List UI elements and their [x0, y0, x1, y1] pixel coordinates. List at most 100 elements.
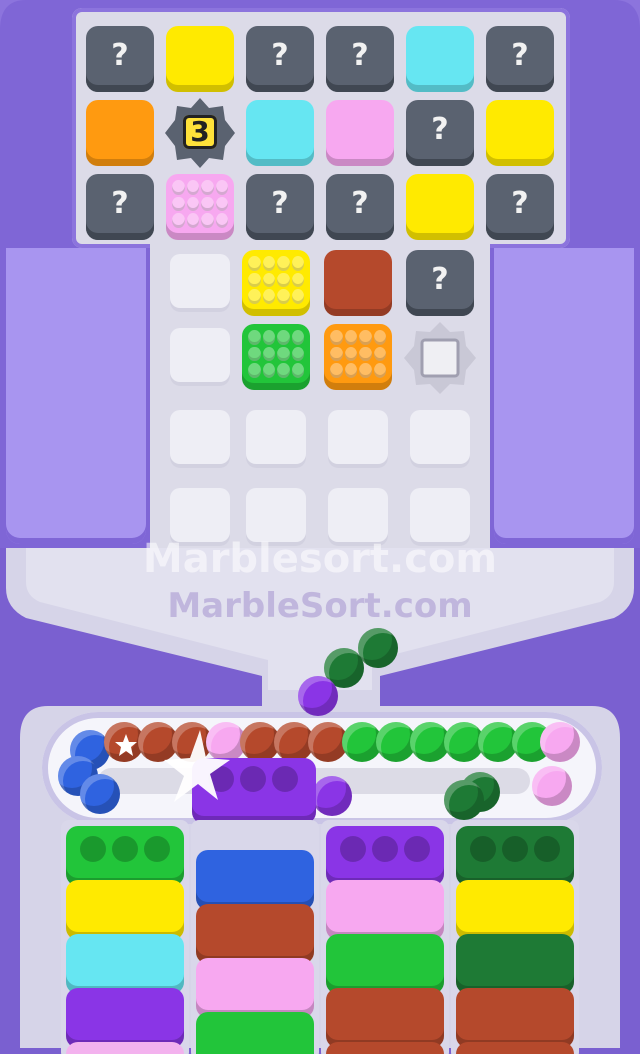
pink-tile[interactable]	[326, 100, 394, 166]
peg	[186, 196, 199, 212]
peg	[277, 289, 290, 304]
locked-tile[interactable]: 3	[165, 98, 235, 168]
left-wing-panel	[6, 248, 146, 544]
peg	[262, 256, 275, 271]
yellow-tile[interactable]	[406, 174, 474, 240]
green-tray	[196, 1012, 314, 1054]
tray-hole	[272, 766, 298, 792]
peg	[201, 213, 214, 228]
peg	[201, 180, 214, 195]
peg	[291, 346, 304, 362]
tray-hole	[372, 836, 398, 862]
hidden-tile[interactable]: ?	[486, 174, 554, 240]
peg	[172, 180, 185, 195]
peg	[277, 346, 290, 362]
tray-hole	[502, 836, 528, 862]
question-mark-icon: ?	[431, 112, 449, 147]
darkgreen-falling-marble	[358, 628, 398, 668]
question-mark-icon: ?	[111, 38, 129, 73]
purple-tray[interactable]	[326, 826, 444, 886]
brown-tile[interactable]	[324, 250, 392, 316]
peg	[330, 346, 343, 362]
hidden-tile[interactable]: ?	[326, 174, 394, 240]
yellow-tray	[66, 880, 184, 940]
darkgreen-marble	[444, 780, 484, 820]
empty-slot	[246, 410, 306, 468]
hidden-tile[interactable]: ?	[486, 26, 554, 92]
brown-tray	[456, 988, 574, 1048]
cyan-tile[interactable]	[406, 26, 474, 92]
question-mark-icon: ?	[431, 262, 449, 297]
orange-tile[interactable]	[86, 100, 154, 166]
blue-tray[interactable]	[196, 850, 314, 910]
empty-slot	[170, 410, 230, 468]
pink-peg-box[interactable]	[166, 174, 234, 240]
brown-tray	[196, 904, 314, 964]
hidden-tile[interactable]: ?	[326, 26, 394, 92]
yellow-tile[interactable]	[166, 26, 234, 92]
peg	[344, 330, 357, 345]
green-tray	[326, 934, 444, 994]
right-wing-panel	[494, 248, 634, 544]
purple-falling-marble	[298, 676, 338, 716]
question-mark-icon: ?	[271, 38, 289, 73]
yellow-peg-box[interactable]	[242, 250, 310, 316]
peg	[248, 346, 261, 362]
peg	[248, 256, 261, 271]
pink-tray	[326, 880, 444, 940]
yellow-tray	[456, 880, 574, 940]
peg	[373, 346, 386, 362]
peg	[291, 272, 304, 288]
peg	[373, 363, 386, 378]
purple-tray	[66, 988, 184, 1048]
peg	[330, 330, 343, 345]
peg	[172, 213, 185, 228]
pink-marble	[532, 766, 572, 806]
peg	[277, 363, 290, 378]
question-mark-icon: ?	[351, 186, 369, 221]
green-tray[interactable]	[66, 826, 184, 886]
green-peg-box[interactable]	[242, 324, 310, 390]
peg	[330, 363, 343, 378]
frame-tile[interactable]	[404, 322, 476, 394]
darkgreen-tray	[456, 934, 574, 994]
blue-marble	[80, 774, 120, 814]
lock-counter: 3	[183, 115, 217, 149]
peg	[248, 289, 261, 304]
question-mark-icon: ?	[111, 186, 129, 221]
peg	[248, 272, 261, 288]
pink-marble	[540, 722, 580, 762]
peg	[291, 256, 304, 271]
peg	[344, 346, 357, 362]
peg	[248, 330, 261, 345]
empty-slot	[170, 254, 230, 312]
hidden-tile[interactable]: ?	[246, 174, 314, 240]
hidden-tile[interactable]: ?	[246, 26, 314, 92]
hidden-tile[interactable]: ?	[406, 250, 474, 316]
cyan-tile[interactable]	[246, 100, 314, 166]
darkgreen-tray[interactable]	[456, 826, 574, 886]
peg	[291, 330, 304, 345]
watermark-secondary: MarbleSort.com	[167, 586, 473, 626]
hidden-tile[interactable]: ?	[86, 174, 154, 240]
purple-marble	[312, 776, 352, 816]
question-mark-icon: ?	[271, 186, 289, 221]
game-screen: ???? 3?????? Marblesort.com MarbleSort.co…	[0, 0, 640, 1054]
peg	[359, 363, 372, 378]
peg	[262, 363, 275, 378]
peg	[172, 196, 185, 212]
peg	[359, 346, 372, 362]
tray-hole	[534, 836, 560, 862]
tray-hole	[340, 836, 366, 862]
yellow-tile[interactable]	[486, 100, 554, 166]
orange-peg-box[interactable]	[324, 324, 392, 390]
question-mark-icon: ?	[511, 38, 529, 73]
peg	[373, 330, 386, 345]
hidden-tile[interactable]: ?	[406, 100, 474, 166]
peg	[262, 289, 275, 304]
hidden-tile[interactable]: ?	[86, 26, 154, 92]
peg	[186, 180, 199, 195]
peg	[262, 346, 275, 362]
tray-hole	[112, 836, 138, 862]
peg	[359, 330, 372, 345]
